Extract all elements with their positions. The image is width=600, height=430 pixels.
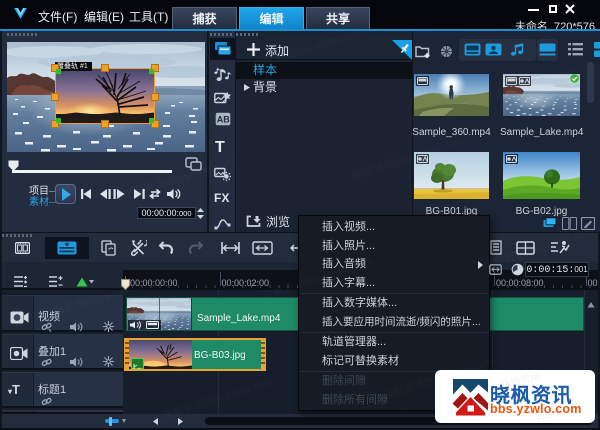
svg-text:AB: AB xyxy=(217,115,230,125)
